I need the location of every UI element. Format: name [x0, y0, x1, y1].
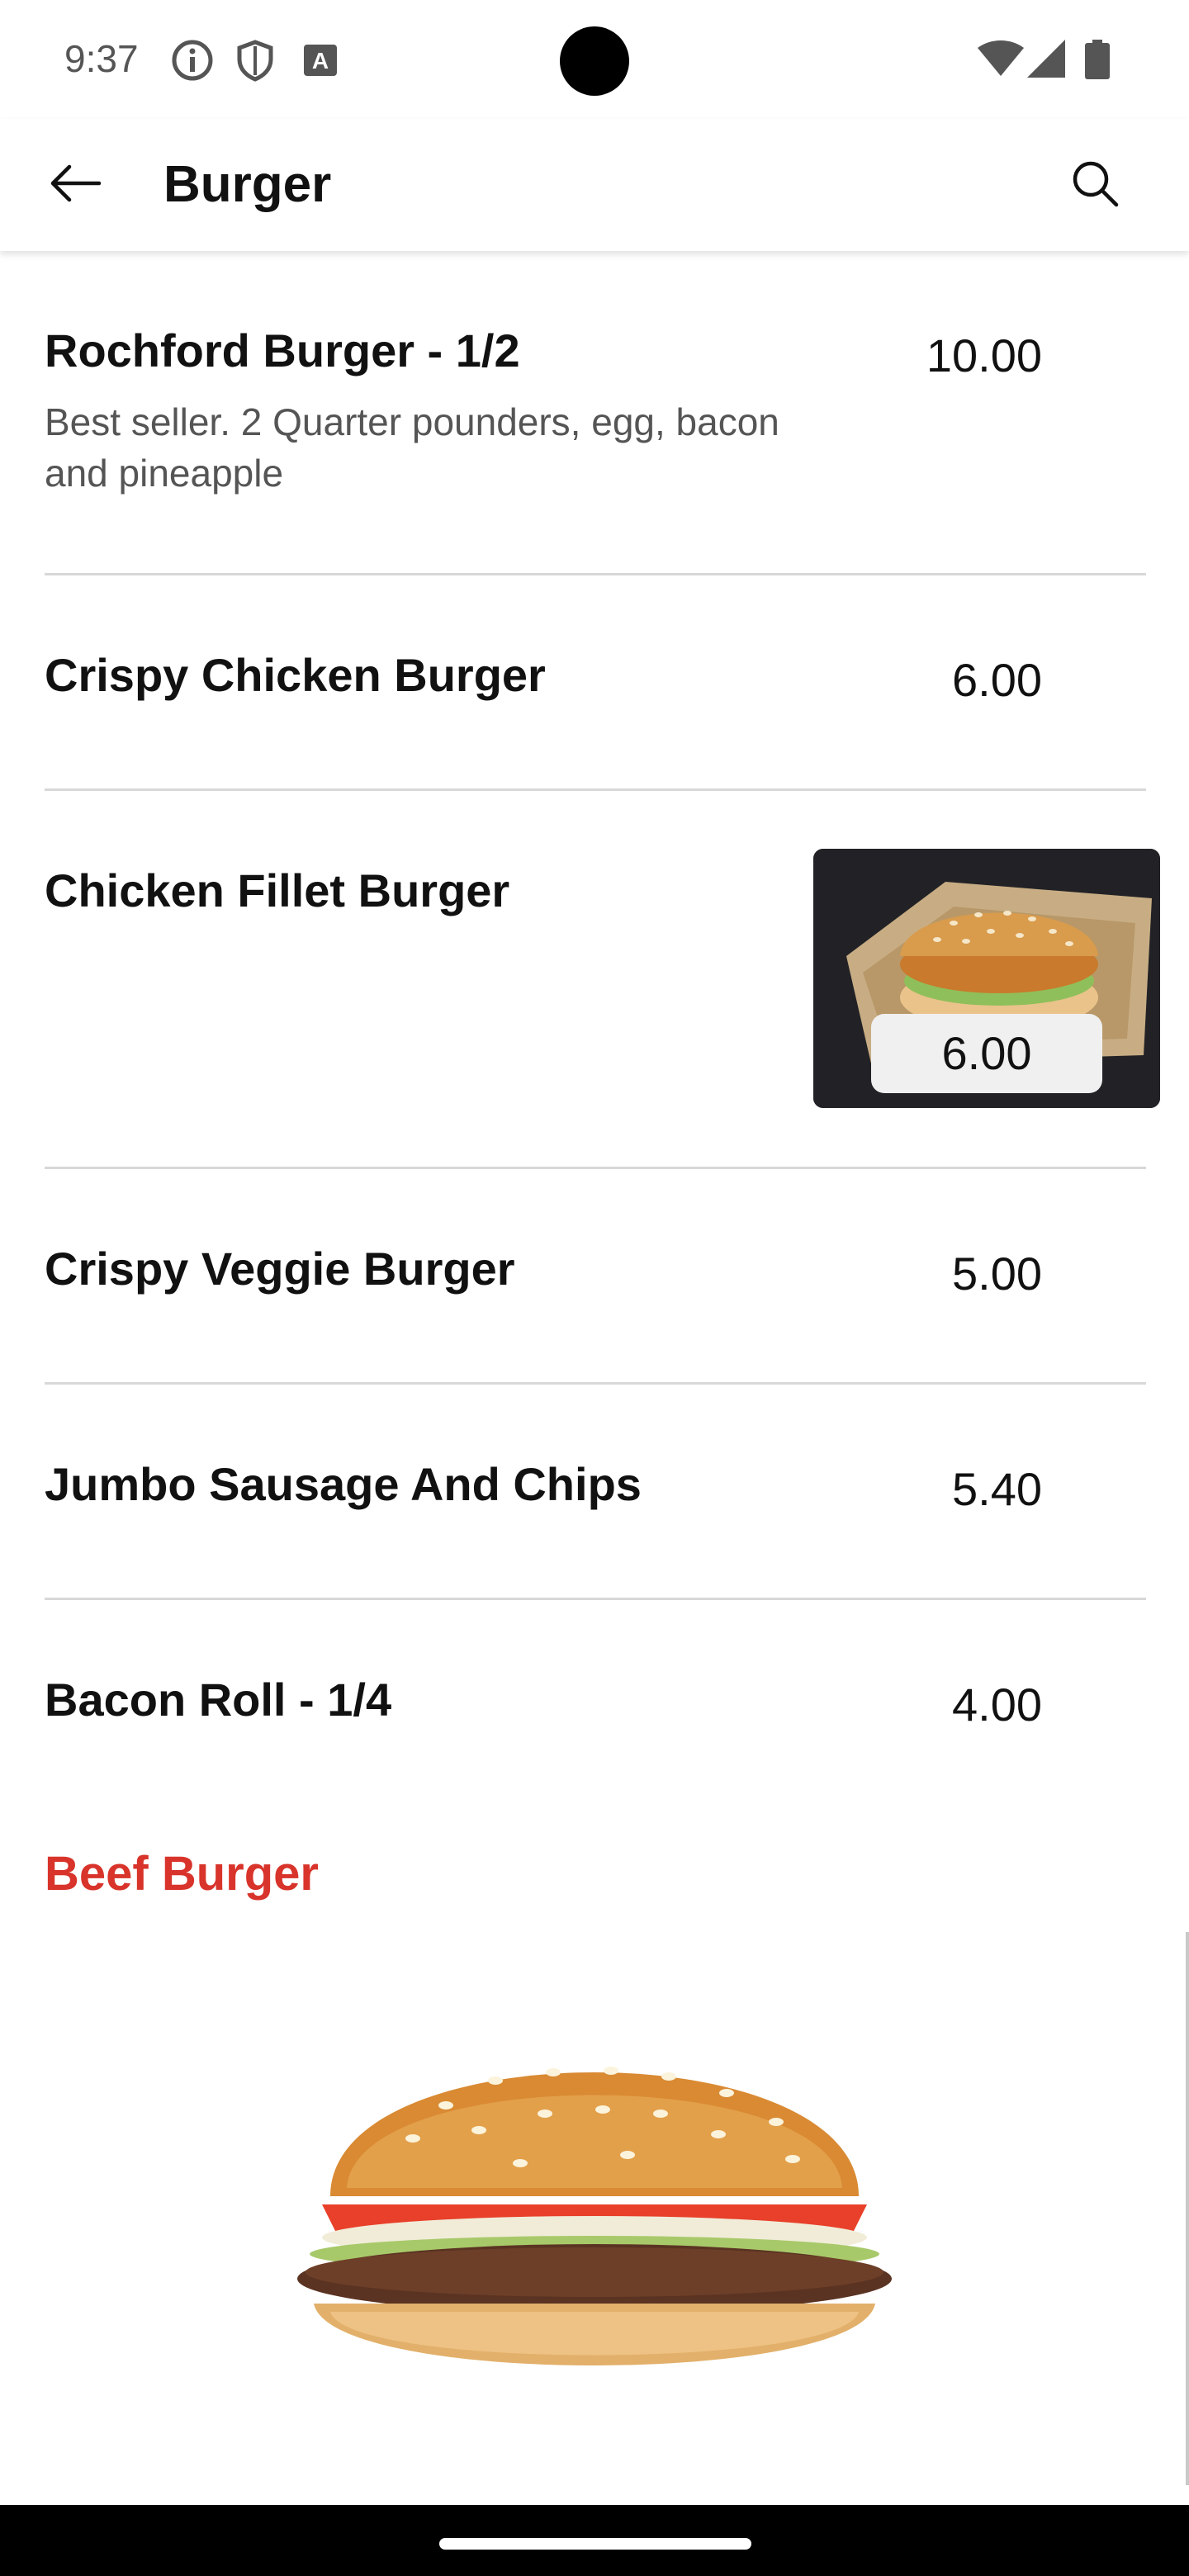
home-gesture-handle[interactable]: [439, 2538, 751, 2550]
section-title-beef-burger: Beef Burger: [45, 1847, 319, 1901]
item-price: 10.00: [926, 329, 1042, 381]
chicken-fillet-burger-image[interactable]: 6.00: [813, 849, 1160, 1108]
search-button[interactable]: [1057, 147, 1133, 223]
menu-item-crispy-chicken-burger[interactable]: Crispy Chicken Burger 6.00: [45, 575, 1146, 791]
wifi-icon: [978, 40, 1024, 82]
scrollbar[interactable]: [1186, 1932, 1189, 2485]
back-button[interactable]: [36, 147, 112, 223]
menu-item-rochford-burger[interactable]: Rochford Burger - 1/2 Best seller. 2 Qua…: [45, 251, 1146, 575]
item-name: Crispy Veggie Burger: [45, 1243, 515, 1295]
info-icon: [170, 38, 215, 83]
page-title: Burger: [163, 156, 332, 213]
search-icon: [1070, 159, 1120, 212]
text-a-icon: A: [299, 38, 343, 83]
price-chip: 6.00: [871, 1014, 1102, 1093]
item-name: Bacon Roll - 1/4: [45, 1674, 392, 1726]
menu-item-jumbo-sausage-and-chips[interactable]: Jumbo Sausage And Chips 5.40: [45, 1385, 1146, 1600]
item-price: 4.00: [952, 1679, 1042, 1731]
app-bar: Burger: [0, 119, 1189, 251]
menu-item-crispy-veggie-burger[interactable]: Crispy Veggie Burger 5.00: [45, 1169, 1146, 1385]
item-description: Best seller. 2 Quarter pounders, egg, ba…: [45, 400, 779, 495]
arrow-left-icon: [48, 163, 102, 207]
status-time: 9:37: [64, 37, 139, 80]
shield-icon: [233, 38, 277, 83]
item-name: Crispy Chicken Burger: [45, 649, 546, 701]
camera-cutout: [560, 26, 629, 96]
item-price: 5.40: [952, 1463, 1042, 1515]
battery-icon: [1085, 40, 1110, 83]
menu-item-bacon-roll[interactable]: Bacon Roll - 1/4 4.00: [45, 1600, 1146, 1782]
beef-burger-image: [281, 1998, 908, 2427]
item-name: Rochford Burger - 1/2: [45, 324, 520, 376]
item-price: 6.00: [952, 654, 1042, 706]
item-name: Chicken Fillet Burger: [45, 864, 510, 916]
item-name: Jumbo Sausage And Chips: [45, 1458, 642, 1510]
item-price: 5.00: [952, 1248, 1042, 1300]
signal-icon: [1027, 40, 1065, 82]
beef-burger-photo-icon: [297, 2067, 892, 2365]
status-bar: 9:37 A: [0, 0, 1189, 119]
svg-text:A: A: [312, 48, 329, 73]
